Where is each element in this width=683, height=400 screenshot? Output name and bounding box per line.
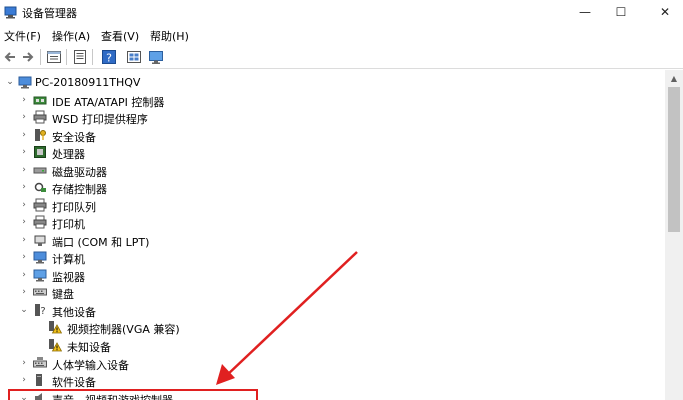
device-tree: ⌄ PC-20180911THQV › IDE ATA/ATAPI 控制器 › … <box>0 70 665 400</box>
expand-icon[interactable]: › <box>19 217 29 227</box>
tree-item-ports[interactable]: › 端口 (COM 和 LPT) <box>0 232 665 249</box>
computer-icon <box>18 76 32 89</box>
tree-item-label: 打印队列 <box>52 201 96 214</box>
tree-item-security[interactable]: › 安全设备 <box>0 127 665 144</box>
hid-icon <box>33 357 47 368</box>
menu-file[interactable]: 文件(F) <box>4 28 41 44</box>
menu-help[interactable]: 帮助(H) <box>150 28 189 44</box>
security-device-icon <box>35 129 46 141</box>
tree-item-label: WSD 打印提供程序 <box>52 113 148 126</box>
tree-item-label: 安全设备 <box>52 131 96 144</box>
annotation-highlight-box <box>8 389 258 400</box>
toolbar-separator <box>92 49 93 65</box>
warning-device-icon <box>49 321 62 334</box>
show-hide-icon[interactable] <box>72 49 88 65</box>
title-bar: 设备管理器 — ☐ ✕ <box>0 0 683 24</box>
disk-drive-icon <box>33 167 47 174</box>
close-button[interactable]: ✕ <box>648 0 682 24</box>
other-devices-icon: ? <box>35 304 46 317</box>
forward-icon[interactable] <box>20 49 36 65</box>
tree-child-unknown[interactable]: 未知设备 <box>0 337 665 354</box>
expand-icon[interactable]: › <box>19 182 29 192</box>
tree-item-label: 打印机 <box>52 218 85 231</box>
keyboard-icon <box>33 288 47 296</box>
tree-item-disk[interactable]: › 磁盘驱动器 <box>0 162 665 179</box>
toolbar: ? <box>0 45 683 69</box>
printer-icon <box>33 215 47 229</box>
monitor-icon[interactable] <box>148 49 164 65</box>
expand-icon[interactable]: › <box>19 165 29 175</box>
tree-item-label: 存储控制器 <box>52 183 107 196</box>
expand-icon[interactable]: › <box>19 358 29 368</box>
scroll-thumb[interactable] <box>668 87 680 232</box>
tree-item-label: 其他设备 <box>52 306 96 319</box>
processor-icon <box>34 146 46 158</box>
menu-view[interactable]: 查看(V) <box>101 28 139 44</box>
tree-item-monitor[interactable]: › 监视器 <box>0 267 665 284</box>
port-icon <box>34 235 46 246</box>
vertical-scrollbar[interactable]: ▲ <box>665 70 683 400</box>
window-title: 设备管理器 <box>22 7 77 20</box>
tree-item-label: IDE ATA/ATAPI 控制器 <box>52 96 165 109</box>
expand-icon[interactable]: › <box>19 287 29 297</box>
maximize-button[interactable]: ☐ <box>604 0 638 24</box>
expand-icon[interactable]: › <box>19 252 29 262</box>
expand-icon[interactable]: › <box>19 130 29 140</box>
toolbar-separator <box>66 49 67 65</box>
back-icon[interactable] <box>2 49 18 65</box>
collapse-icon[interactable]: ⌄ <box>19 305 29 315</box>
help-icon[interactable]: ? <box>101 49 117 65</box>
tree-item-processor[interactable]: › 处理器 <box>0 144 665 161</box>
svg-text:?: ? <box>40 306 45 317</box>
tree-item-wsd[interactable]: › WSD 打印提供程序 <box>0 109 665 126</box>
tree-item-label: 磁盘驱动器 <box>52 166 107 179</box>
monitor-icon <box>33 269 47 282</box>
warning-device-icon <box>49 339 62 352</box>
tree-item-label: 键盘 <box>52 288 74 301</box>
expand-icon[interactable]: › <box>19 375 29 385</box>
tree-root[interactable]: ⌄ PC-20180911THQV <box>0 74 665 91</box>
printer-icon <box>33 110 47 124</box>
tree-item-label: 监视器 <box>52 271 85 284</box>
expand-icon[interactable]: › <box>19 112 29 122</box>
tree-item-print-queue[interactable]: › 打印队列 <box>0 197 665 214</box>
properties-icon[interactable] <box>46 49 62 65</box>
tree-item-label: 计算机 <box>52 253 85 266</box>
menu-action[interactable]: 操作(A) <box>52 28 90 44</box>
scroll-up-icon[interactable]: ▲ <box>665 70 683 87</box>
tree-item-software-devices[interactable]: › 软件设备 <box>0 372 665 389</box>
computer-icon <box>33 251 47 264</box>
tree-item-label: 人体学输入设备 <box>52 359 129 372</box>
collapse-icon[interactable]: ⌄ <box>5 77 15 87</box>
tree-item-hid[interactable]: › 人体学输入设备 <box>0 355 665 372</box>
device-manager-icon <box>4 6 17 19</box>
tree-child-label: 视频控制器(VGA 兼容) <box>67 323 180 336</box>
storage-controller-icon <box>34 182 46 192</box>
tree-item-label: 处理器 <box>52 148 85 161</box>
tree-item-label: 软件设备 <box>52 376 96 389</box>
toolbar-separator <box>40 49 41 65</box>
tree-root-label: PC-20180911THQV <box>35 76 141 89</box>
expand-icon[interactable]: › <box>19 270 29 280</box>
tree-item-computer[interactable]: › 计算机 <box>0 249 665 266</box>
software-device-icon <box>36 374 42 386</box>
tree-item-keyboard[interactable]: › 键盘 <box>0 284 665 301</box>
tree-item-printer[interactable]: › 打印机 <box>0 214 665 231</box>
tree-child-vga[interactable]: 视频控制器(VGA 兼容) <box>0 319 665 336</box>
tree-item-other-devices[interactable]: ⌄ ? 其他设备 <box>0 302 665 319</box>
expand-icon[interactable]: › <box>19 147 29 157</box>
minimize-button[interactable]: — <box>568 0 602 24</box>
tree-item-ide[interactable]: › IDE ATA/ATAPI 控制器 <box>0 92 665 109</box>
tree-child-label: 未知设备 <box>67 341 111 354</box>
expand-icon[interactable]: › <box>19 200 29 210</box>
expand-icon[interactable]: › <box>19 235 29 245</box>
ide-controller-icon <box>33 96 47 105</box>
print-queue-icon <box>33 198 47 212</box>
menu-bar: 文件(F) 操作(A) 查看(V) 帮助(H) <box>0 24 683 44</box>
tree-item-label: 端口 (COM 和 LPT) <box>52 236 150 249</box>
expand-icon[interactable]: › <box>19 95 29 105</box>
svg-text:?: ? <box>106 52 112 65</box>
tree-item-storage[interactable]: › 存储控制器 <box>0 179 665 196</box>
view-icon[interactable] <box>126 49 142 65</box>
